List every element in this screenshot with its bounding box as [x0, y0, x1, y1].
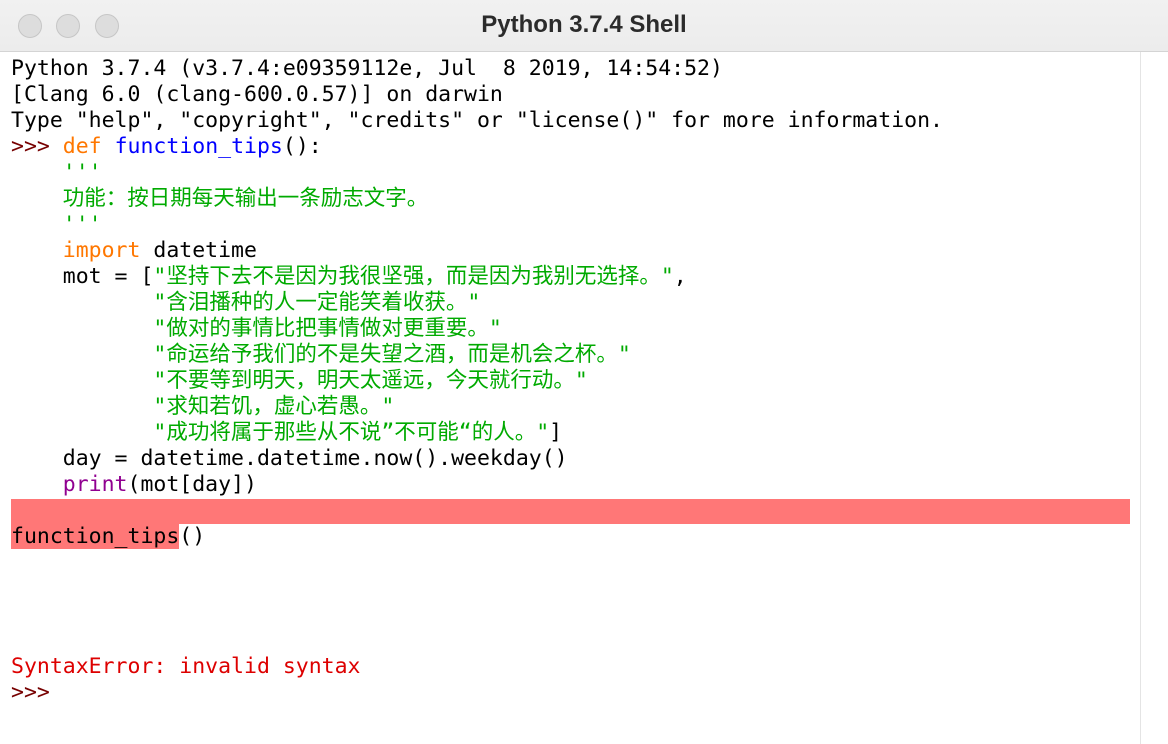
import-module: datetime — [140, 238, 257, 263]
code-line-mot-item: "求知若饥，虚心若愚。" — [11, 394, 394, 420]
code-line-def: >>> def function_tips(): — [11, 134, 322, 160]
docstring-open: ''' — [11, 160, 102, 186]
mot-item: "含泪播种的人一定能笑着收获。" — [153, 290, 481, 315]
code-line-call: function_tips() — [11, 524, 205, 550]
vertical-scrollbar[interactable] — [1140, 52, 1168, 744]
code-line-mot: mot = ["坚持下去不是因为我很坚强，而是因为我别无选择。", — [11, 264, 687, 290]
keyword-import: import — [62, 238, 141, 263]
docstring-close: ''' — [11, 212, 102, 238]
code-line-mot-item: "含泪播种的人一定能笑着收获。" — [11, 290, 480, 316]
title-bar: Python 3.7.4 Shell — [0, 0, 1168, 52]
mot-item: "成功将属于那些从不说”不可能“的人。" — [153, 420, 550, 445]
code-line-day: day = datetime.datetime.now().weekday() — [11, 446, 568, 472]
mot-item: "求知若饥，虚心若愚。" — [153, 394, 395, 419]
mot-item: "命运给予我们的不是失望之酒，而是机会之杯。" — [153, 342, 631, 367]
shell-prompt: >>> — [11, 134, 50, 159]
def-suffix: (): — [282, 134, 322, 159]
window-title: Python 3.7.4 Shell — [481, 11, 687, 38]
syntax-error-message: SyntaxError: invalid syntax — [11, 654, 361, 679]
banner-line: Type "help", "copyright", "credits" or "… — [11, 108, 943, 133]
docstring-text: 功能：按日期每天输出一条励志文字。 — [11, 186, 429, 212]
code-line-mot-item: "不要等到明天，明天太遥远，今天就行动。" — [11, 368, 588, 394]
banner-line: Python 3.7.4 (v3.7.4:e09359112e, Jul 8 2… — [11, 56, 723, 81]
call-suffix: () — [179, 524, 206, 549]
code-line-mot-item: "命运给予我们的不是失望之酒，而是机会之杯。" — [11, 342, 631, 368]
docstring-quotes: ''' — [62, 212, 102, 237]
docstring-content: 功能：按日期每天输出一条励志文字。 — [62, 186, 429, 211]
shell-text-area[interactable]: Python 3.7.4 (v3.7.4:e09359112e, Jul 8 2… — [0, 52, 1140, 744]
docstring-quotes: ''' — [62, 160, 102, 185]
mot-suffix: , — [673, 264, 687, 289]
banner-line: [Clang 6.0 (clang-600.0.57)] on darwin — [11, 82, 503, 107]
mot-item: "坚持下去不是因为我很坚强，而是因为我别无选择。" — [153, 264, 674, 289]
idle-shell-window: Python 3.7.4 Shell Python 3.7.4 (v3.7.4:… — [0, 0, 1168, 744]
mot-item: "做对的事情比把事情做对更重要。" — [153, 316, 502, 341]
mot-item: "不要等到明天，明天太遥远，今天就行动。" — [153, 368, 588, 393]
keyword-def: def — [62, 134, 102, 159]
function-name: function_tips — [114, 134, 283, 159]
error-highlight — [11, 499, 1130, 524]
call-name-highlighted: function_tips — [11, 524, 180, 549]
code-line-print: print(mot[day]) — [11, 472, 257, 498]
day-assignment: day = datetime.datetime.now().weekday() — [62, 446, 568, 471]
shell-prompt-final[interactable]: >>> — [11, 680, 50, 706]
mot-suffix: ] — [549, 420, 563, 445]
code-line-import: import datetime — [11, 238, 257, 264]
builtin-print: print — [62, 472, 128, 497]
code-line-mot-item: "成功将属于那些从不说”不可能“的人。"] — [11, 420, 562, 446]
code-line-mot-item: "做对的事情比把事情做对更重要。" — [11, 316, 502, 342]
mot-prefix: mot = [ — [62, 264, 154, 289]
print-args: (mot[day]) — [127, 472, 257, 497]
